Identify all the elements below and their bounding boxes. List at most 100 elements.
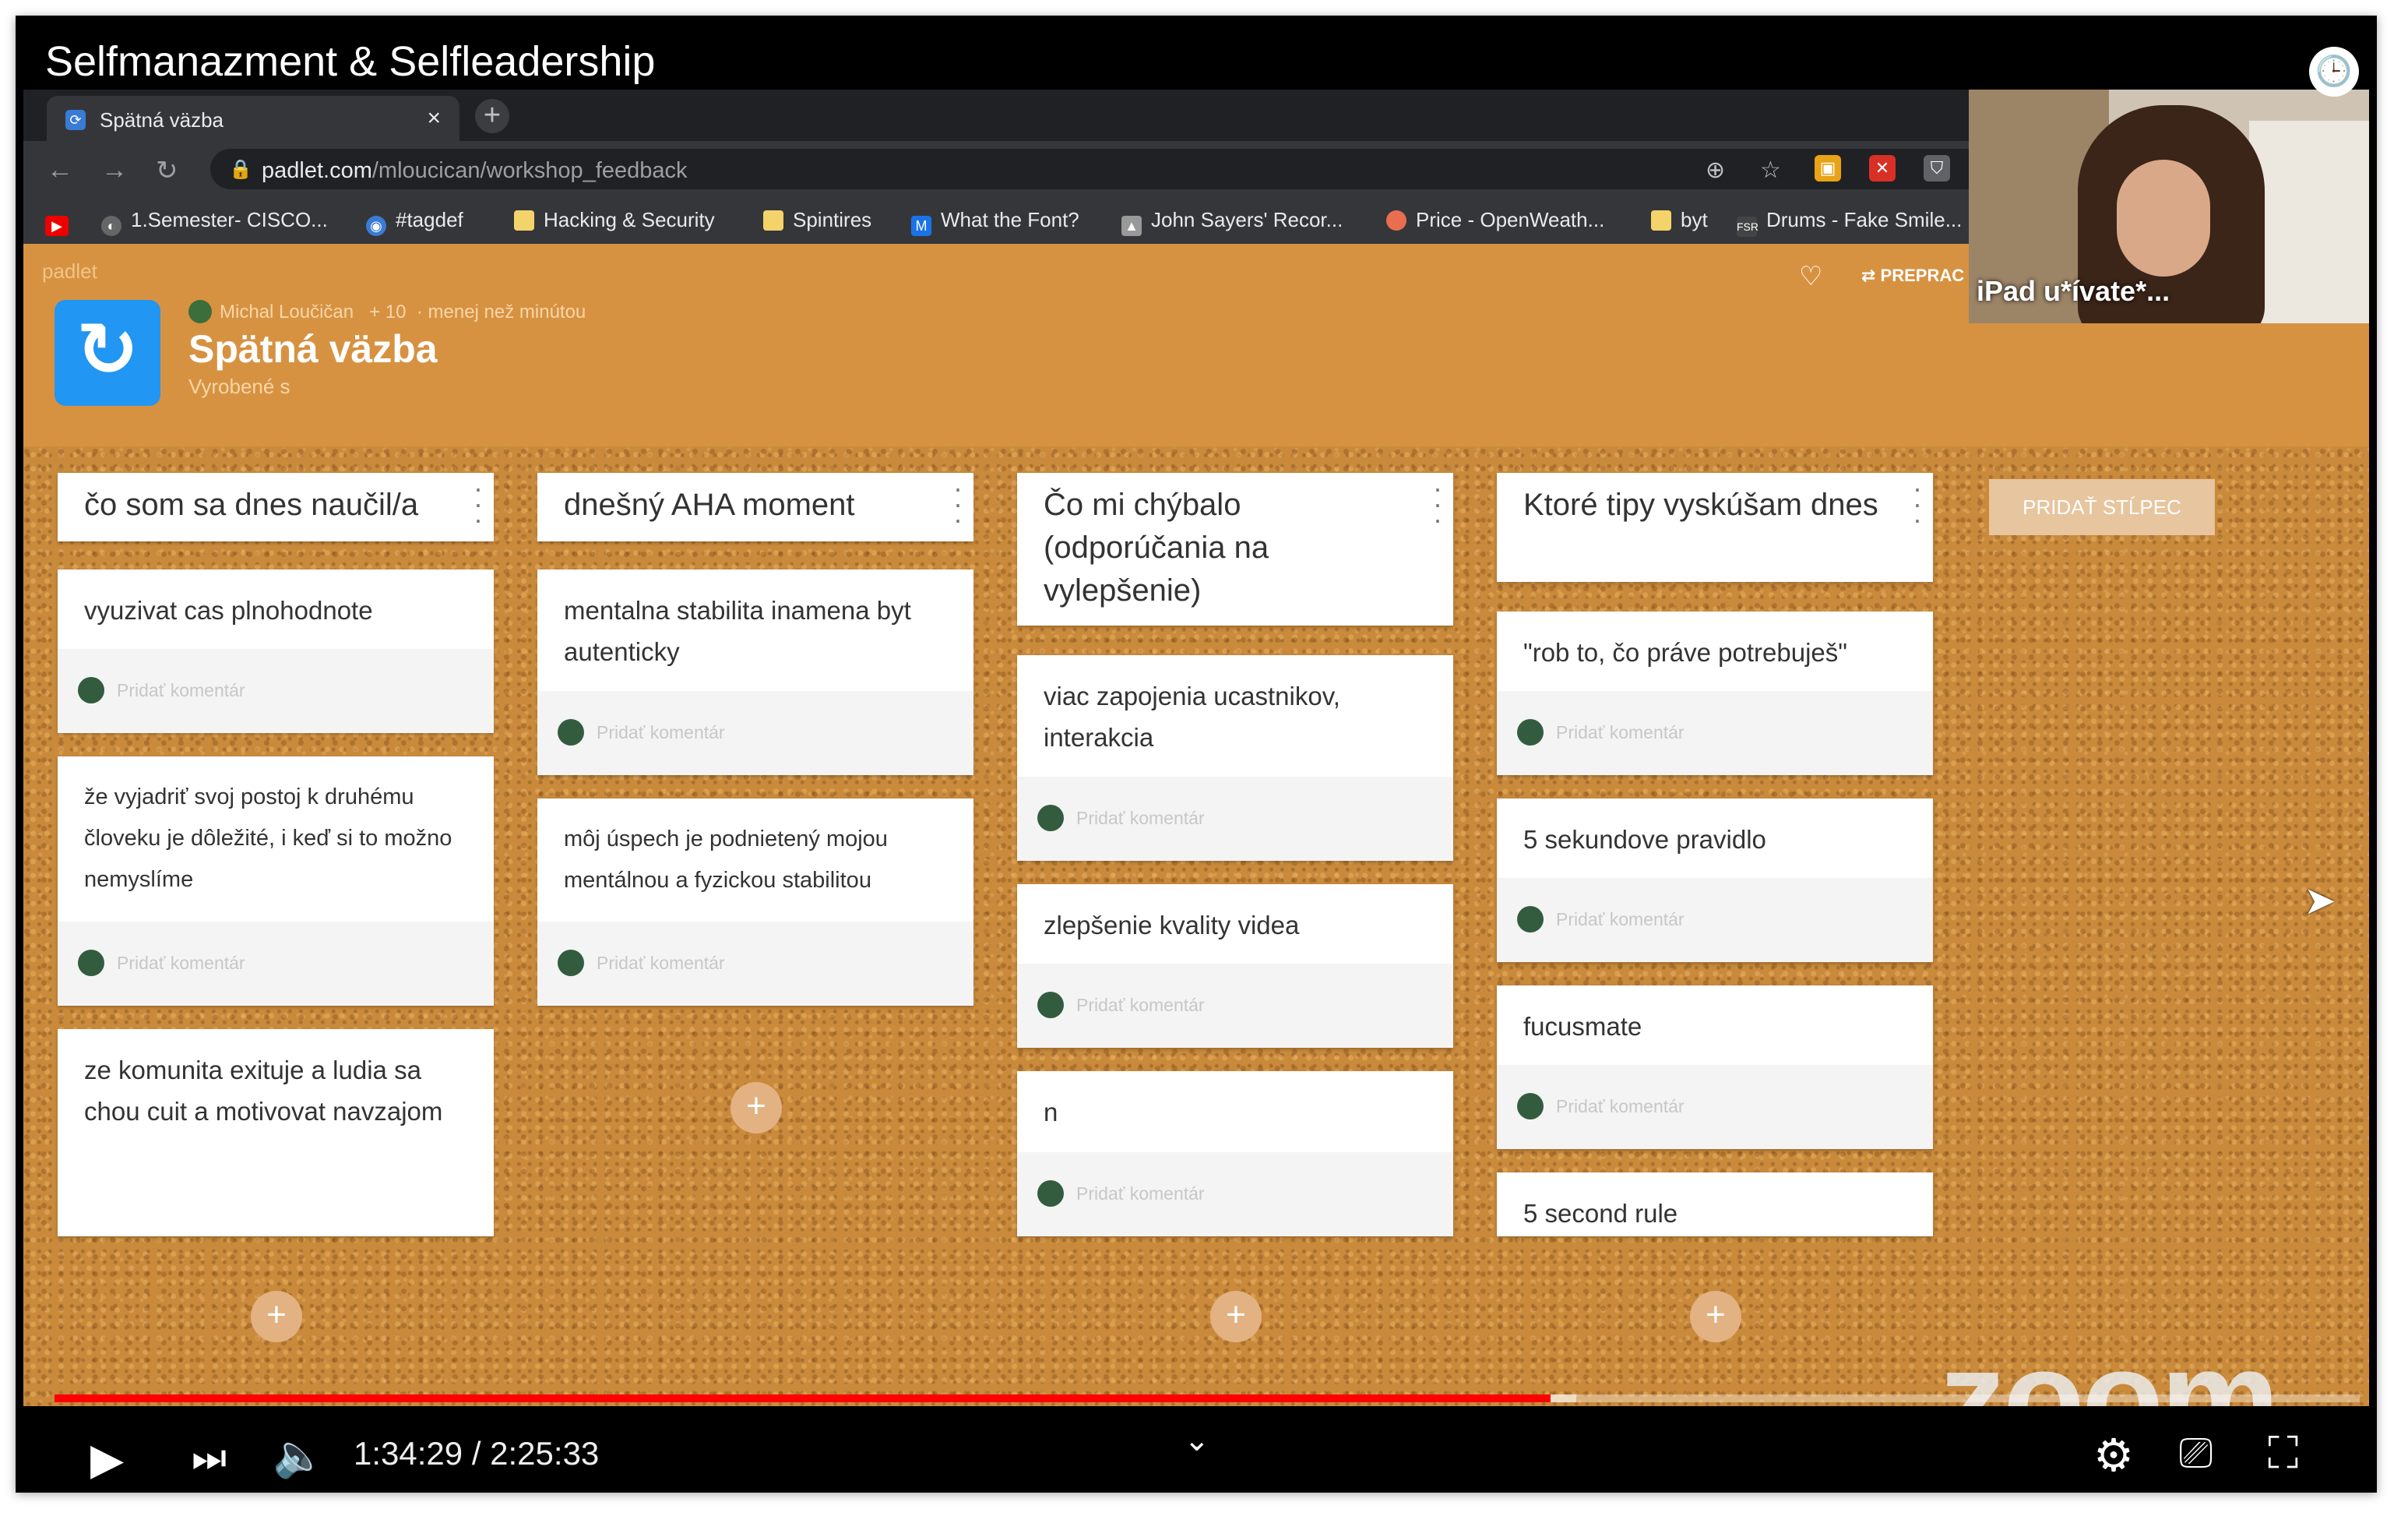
- extension-shield-icon[interactable]: ⛉: [1924, 155, 1950, 182]
- extension-bag-icon[interactable]: ▣: [1815, 155, 1841, 182]
- comment-bar[interactable]: Pridať komentár: [537, 922, 973, 1006]
- post-text: 5 second rule: [1523, 1199, 1678, 1228]
- comment-bar[interactable]: Pridať komentár: [1017, 964, 1453, 1048]
- volume-icon[interactable]: 🔈: [273, 1432, 325, 1481]
- post-text: ze komunita exituje a ludia sa chou cuit…: [84, 1056, 443, 1126]
- post-card[interactable]: mentalna stabilita inamena byt autentick…: [537, 569, 973, 775]
- bookmark-cisco[interactable]: ◐ 1.Semester- CISCO...: [101, 208, 328, 236]
- post-card[interactable]: "rob to, čo práve potrebuješ" Pridať kom…: [1497, 612, 1933, 775]
- bookmark-hacking[interactable]: Hacking & Security: [514, 208, 715, 232]
- comment-bar[interactable]: Pridať komentár: [58, 922, 494, 1006]
- youtube-bookmark-icon[interactable]: ▶: [45, 208, 78, 236]
- bookmark-label: Hacking & Security: [544, 208, 715, 231]
- avatar: [558, 719, 584, 746]
- settings-gear-icon[interactable]: ⚙: [2093, 1429, 2134, 1482]
- video-title[interactable]: Selfmanazment & Selfleadership: [45, 37, 655, 86]
- close-tab-icon[interactable]: ×: [427, 105, 441, 132]
- next-icon[interactable]: ⏭: [192, 1435, 227, 1481]
- column-header[interactable]: čo som sa dnes naučil/a · · ·: [58, 473, 494, 541]
- add-comment-placeholder: Pridať komentár: [1556, 909, 1685, 929]
- post-card[interactable]: viac zapojenia ucastnikov, interakcia Pr…: [1017, 655, 1453, 861]
- avatar: [1517, 1093, 1544, 1119]
- column-menu-icon[interactable]: · · ·: [1433, 474, 1442, 534]
- new-tab-icon[interactable]: +: [475, 99, 509, 133]
- zoom-plus-icon[interactable]: ⊕: [1706, 157, 1725, 184]
- add-post-button[interactable]: +: [251, 1291, 302, 1342]
- bookmark-label: byt: [1681, 208, 1708, 231]
- post-card[interactable]: ze komunita exituje a ludia sa chou cuit…: [58, 1029, 494, 1236]
- bookmark-openweather[interactable]: Price - OpenWeath...: [1386, 208, 1604, 232]
- add-post-button[interactable]: +: [730, 1082, 782, 1133]
- bookmark-label: John Sayers' Recor...: [1151, 208, 1343, 231]
- padlet-subtitle: Vyrobené s: [188, 375, 290, 398]
- add-post-button[interactable]: +: [1690, 1291, 1741, 1342]
- post-text: fucusmate: [1523, 1012, 1642, 1041]
- participant-video[interactable]: iPad u*ívate*...: [1969, 90, 2369, 323]
- padlet-updated-time: menej než minútou: [428, 301, 586, 323]
- address-bar[interactable]: 🔒 padlet.com/mloucican/workshop_feedback…: [210, 149, 1986, 189]
- duration: 2:25:33: [490, 1435, 600, 1472]
- padlet-author[interactable]: Michal Loučičan: [220, 301, 354, 323]
- post-text: zlepšenie kvality videa: [1044, 911, 1300, 940]
- bookmark-whatthefont[interactable]: M What the Font?: [911, 208, 1079, 236]
- exit-fullscreen-icon[interactable]: ⛶: [2268, 1427, 2298, 1479]
- play-icon[interactable]: ▶: [90, 1433, 124, 1485]
- globe-icon: ◉: [366, 216, 386, 236]
- video-player[interactable]: ⟳ Spätná väzba × + ← → ↻ 🔒 padlet.com/ml…: [16, 16, 2377, 1493]
- reload-icon[interactable]: ↻: [156, 155, 178, 186]
- post-card[interactable]: n Pridať komentár: [1017, 1071, 1453, 1236]
- extension-close-icon[interactable]: ✕: [1869, 155, 1896, 182]
- post-card[interactable]: môj úspech je podnietený mojou mentálnou…: [537, 799, 973, 1006]
- column-title: Ktoré tipy vyskúšam dnes: [1523, 488, 1878, 522]
- post-card[interactable]: fucusmate Pridať komentár: [1497, 985, 1933, 1149]
- add-column-button[interactable]: PRIDAŤ STĹPEC: [1989, 479, 2215, 535]
- remake-button[interactable]: ⇄ PREPRAC: [1861, 266, 1964, 286]
- heart-icon[interactable]: ♡: [1799, 261, 1822, 292]
- column-menu-icon[interactable]: · · ·: [474, 474, 483, 534]
- bookmark-star-icon[interactable]: ☆: [1760, 157, 1781, 184]
- comment-bar[interactable]: Pridať komentár: [537, 691, 973, 775]
- font-icon: M: [911, 216, 931, 236]
- bookmark-drums[interactable]: FSR Drums - Fake Smile...: [1737, 208, 1962, 237]
- comment-bar[interactable]: Pridať komentár: [1497, 1065, 1933, 1149]
- post-card[interactable]: 5 sekundove pravidlo Pridať komentár: [1497, 799, 1933, 962]
- padlet-page: padlet ♡ ⇄ PREPRAC ↻ Michal Loučičan + 1…: [23, 244, 2369, 1406]
- post-card[interactable]: 5 second rule: [1497, 1172, 1933, 1236]
- bookmark-tagdef[interactable]: ◉ #tagdef: [366, 208, 463, 236]
- post-text: 5 sekundove pravidlo: [1523, 825, 1766, 854]
- comment-bar[interactable]: Pridať komentár: [58, 649, 494, 733]
- post-card[interactable]: vyuzivat cas plnohodnote Pridať komentár: [58, 569, 494, 733]
- bookmark-label: 1.Semester- CISCO...: [131, 208, 328, 231]
- watch-later-clock-icon[interactable]: 🕒: [2309, 47, 2359, 97]
- remake-icon: ⇄: [1861, 266, 1881, 285]
- fsr-icon: FSR: [1737, 217, 1758, 237]
- padlet-wordmark[interactable]: padlet: [42, 259, 97, 284]
- comment-bar[interactable]: Pridať komentár: [1017, 1152, 1453, 1236]
- comment-bar[interactable]: Pridať komentár: [1017, 777, 1453, 861]
- comment-bar[interactable]: Pridať komentár: [1497, 691, 1933, 775]
- url-path: /mloucican/workshop_feedback: [371, 158, 688, 183]
- column-header[interactable]: Čo mi chýbalo (odporúčania na vylepšenie…: [1017, 473, 1453, 626]
- post-card[interactable]: že vyjadriť svoj postoj k druhému človek…: [58, 756, 494, 1006]
- column-menu-icon[interactable]: · · ·: [953, 474, 963, 534]
- bookmark-label: Price - OpenWeath...: [1416, 208, 1605, 231]
- cast-icon[interactable]: ⎚: [2179, 1429, 2213, 1478]
- bookmark-spintires[interactable]: Spintires: [763, 208, 871, 232]
- progress-bar[interactable]: [55, 1394, 2360, 1402]
- address-url[interactable]: padlet.com/mloucican/workshop_feedback: [262, 158, 687, 184]
- browser-tab[interactable]: ⟳ Spätná väzba ×: [47, 96, 459, 141]
- add-comment-placeholder: Pridať komentár: [1076, 995, 1205, 1015]
- back-arrow-icon[interactable]: ←: [47, 155, 73, 185]
- comment-bar[interactable]: Pridať komentár: [1497, 878, 1933, 962]
- avatar: [1517, 906, 1544, 932]
- column-header[interactable]: dnešný AHA moment · · ·: [537, 473, 973, 541]
- column-header[interactable]: Ktoré tipy vyskúšam dnes · · ·: [1497, 473, 1933, 582]
- add-comment-placeholder: Pridať komentár: [1556, 722, 1685, 742]
- bookmark-johnsayers[interactable]: ▲ John Sayers' Recor...: [1121, 208, 1343, 236]
- forward-arrow-icon[interactable]: →: [101, 155, 128, 185]
- post-card[interactable]: zlepšenie kvality videa Pridať komentár: [1017, 884, 1453, 1048]
- bookmark-byt[interactable]: byt: [1651, 208, 1708, 232]
- column-menu-icon[interactable]: · · ·: [1913, 474, 1922, 534]
- chevron-down-icon[interactable]: ⌄: [1184, 1423, 1210, 1458]
- add-post-button[interactable]: +: [1210, 1291, 1262, 1342]
